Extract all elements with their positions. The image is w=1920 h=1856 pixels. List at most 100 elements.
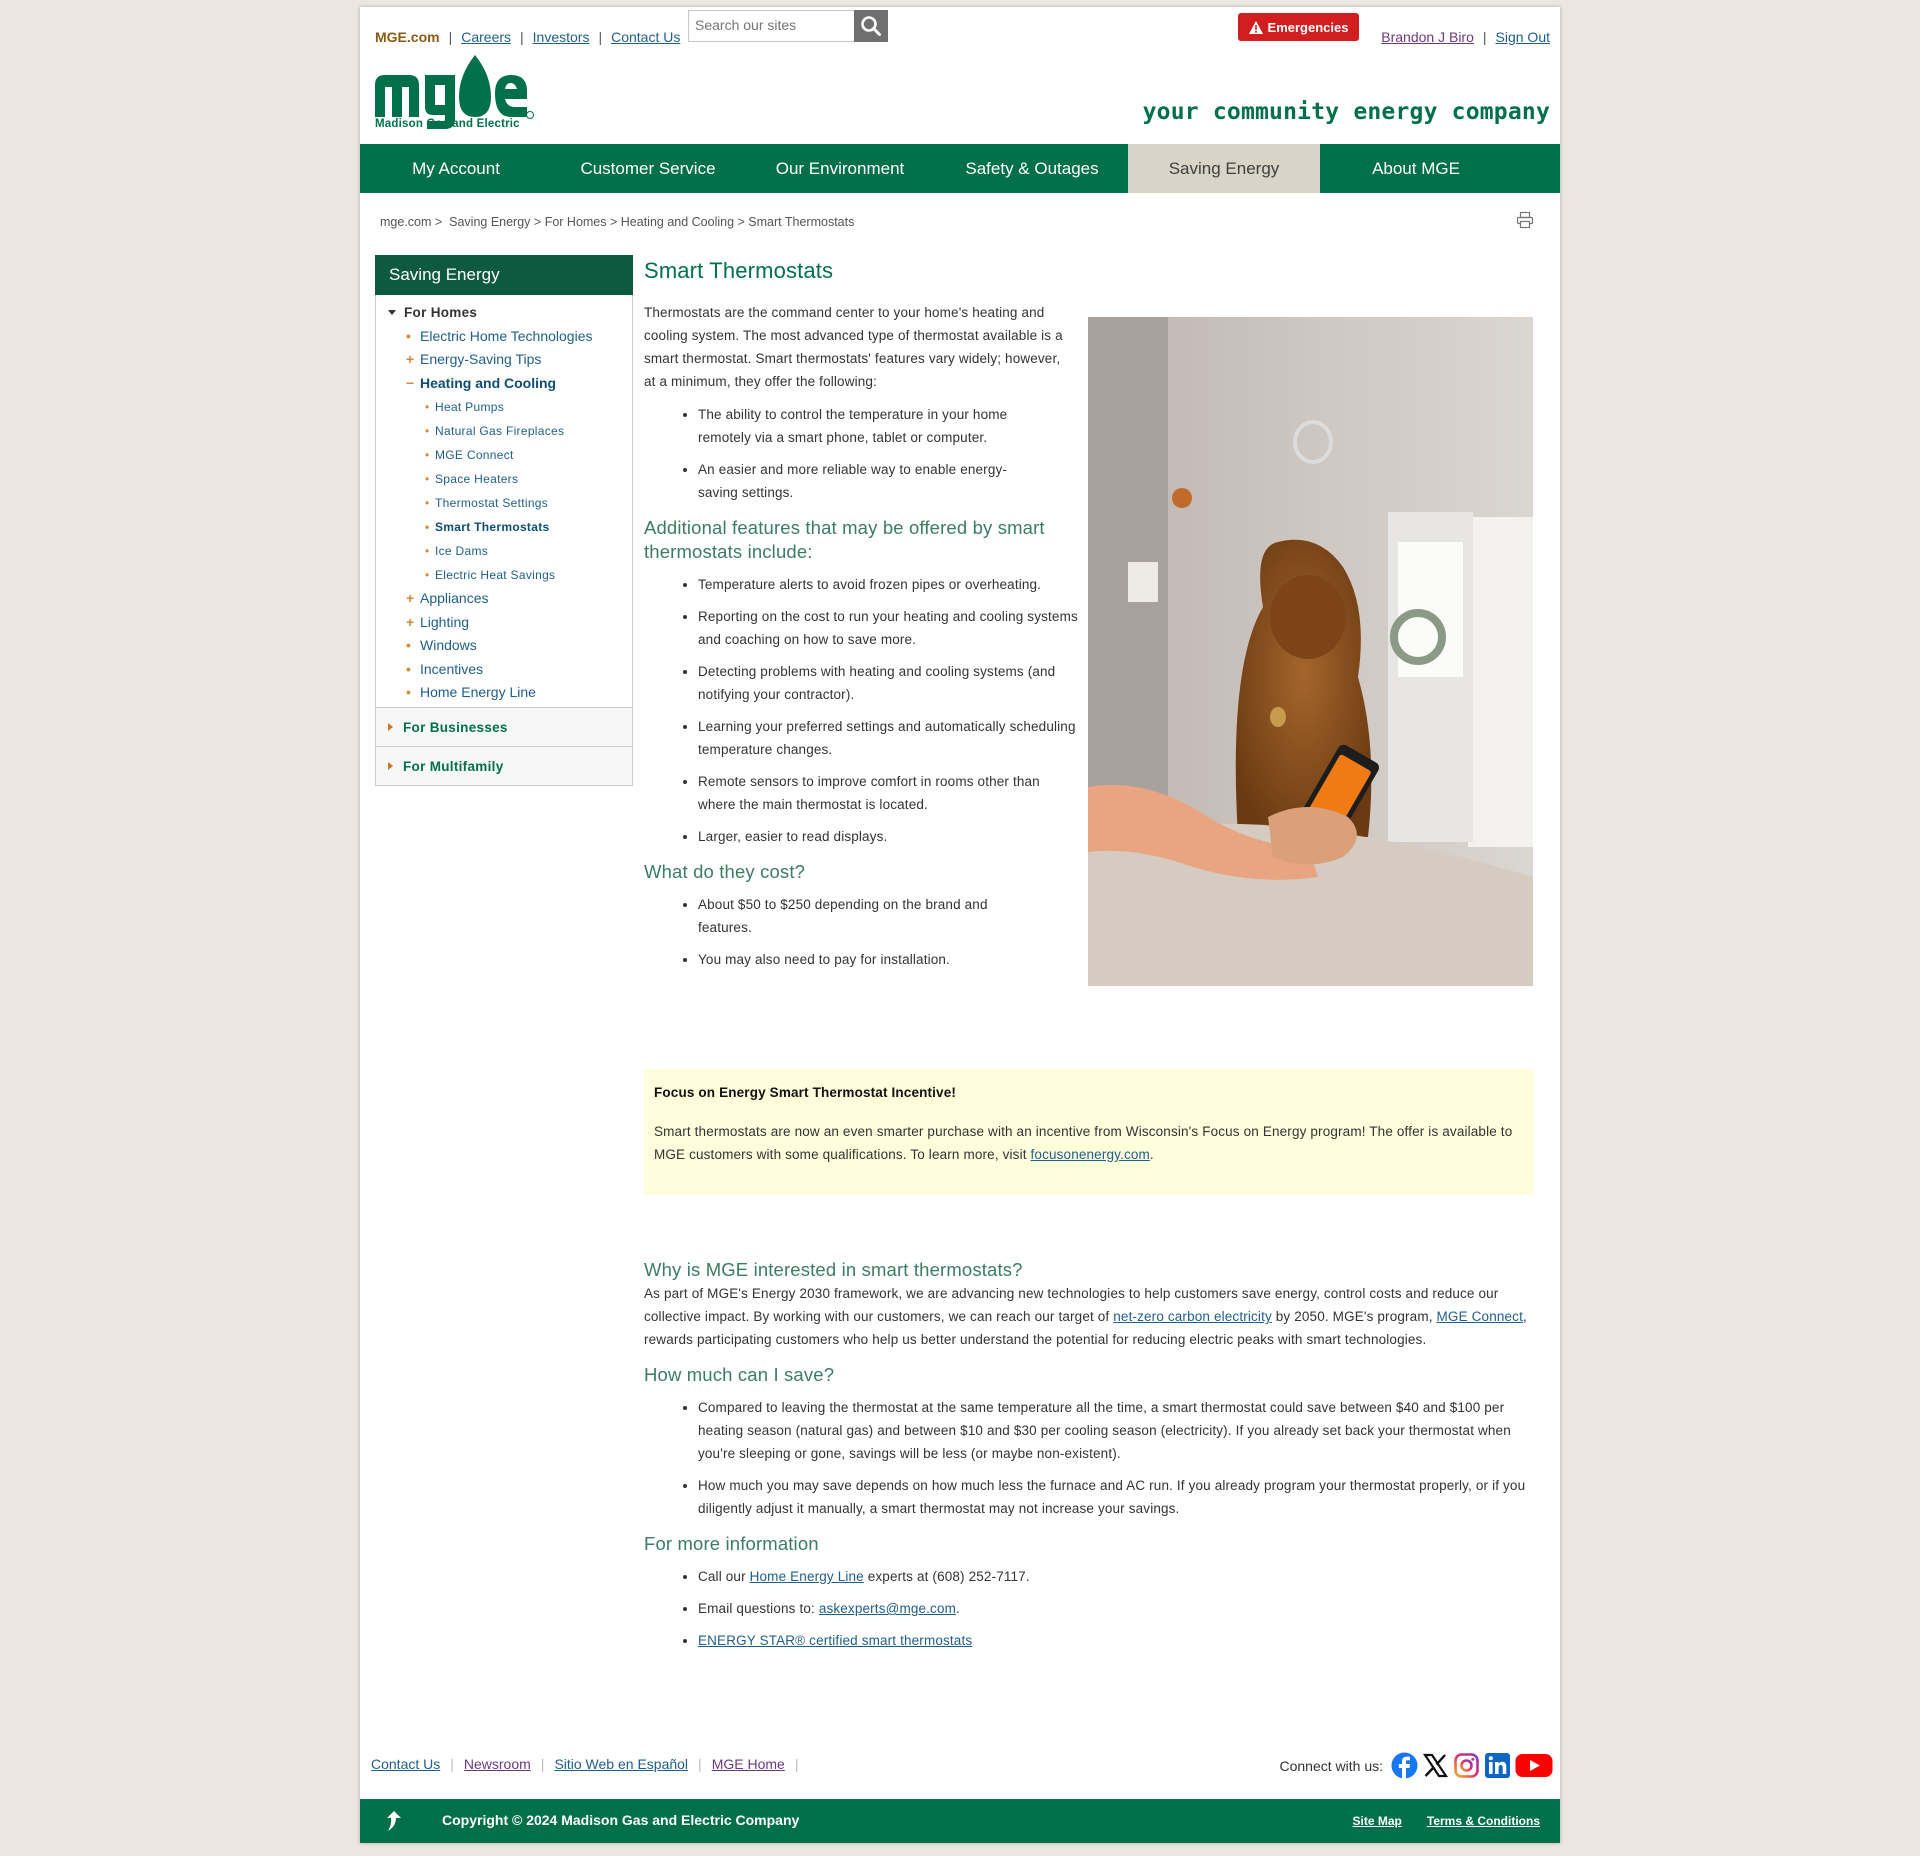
sidebar-item-lighting[interactable]: + Lighting	[376, 610, 632, 634]
sidebar-item-heating-and-cooling[interactable]: − Heating and Cooling	[376, 371, 632, 395]
sidebar-section-for-homes[interactable]: For Homes	[376, 295, 632, 324]
incentive-callout: Focus on Energy Smart Thermostat Incenti…	[644, 1069, 1534, 1195]
breadcrumb-item[interactable]: Heating and Cooling	[621, 215, 734, 229]
user-name-link[interactable]: Brandon J Biro	[1381, 29, 1474, 45]
plus-icon: +	[406, 590, 415, 607]
sidebar-section-for-multifamily[interactable]: For Multifamily	[376, 746, 632, 785]
footer-newsroom-link[interactable]: Newsroom	[464, 1756, 531, 1772]
list-item: ENERGY STAR® certified smart thermostats	[698, 1629, 1534, 1652]
nav-about-mge[interactable]: About MGE	[1320, 144, 1512, 193]
breadcrumb-item[interactable]: Saving Energy	[449, 215, 530, 229]
features-heading: Additional features that may be offered …	[644, 517, 1045, 562]
lower-content: Why is MGE interested in smart thermosta…	[644, 1258, 1534, 1661]
user-links: Brandon J Biro | Sign Out	[1381, 29, 1550, 45]
search-input[interactable]	[689, 11, 861, 39]
sidebar-subitem-ice-dams[interactable]: • Ice Dams	[376, 539, 632, 563]
home-energy-line-link[interactable]: Home Energy Line	[750, 1569, 864, 1584]
sign-out-link[interactable]: Sign Out	[1496, 29, 1550, 45]
nav-my-account[interactable]: My Account	[360, 144, 552, 193]
list-item: Learning your preferred settings and aut…	[698, 715, 1078, 761]
tagline: your community energy company	[1142, 99, 1550, 125]
list-item: Call our Home Energy Line experts at (60…	[698, 1565, 1534, 1588]
plus-icon: +	[406, 613, 415, 630]
sidebar-subitem-electric-heat-savings[interactable]: • Electric Heat Savings	[376, 563, 632, 587]
emergencies-button[interactable]: Emergencies	[1238, 13, 1359, 41]
callout-title: Focus on Energy Smart Thermostat Incenti…	[654, 1085, 957, 1100]
sidebar-menu: For Homes • Electric Home Technologies + E…	[375, 295, 633, 786]
print-icon[interactable]	[1516, 211, 1534, 229]
sidebar-item-appliances[interactable]: + Appliances	[376, 587, 632, 611]
bullet-icon: •	[425, 567, 430, 582]
nav-safety-outages[interactable]: Safety & Outages	[936, 144, 1128, 193]
energy-star-link[interactable]: ENERGY STAR® certified smart thermostats	[698, 1633, 972, 1648]
footer-links: Contact Us | Newsroom | Sitio Web en Esp…	[371, 1756, 799, 1772]
back-to-top-icon[interactable]	[384, 1810, 404, 1832]
site-map-link[interactable]: Site Map	[1353, 1814, 1402, 1828]
breadcrumb-item[interactable]: For Homes	[545, 215, 607, 229]
sidebar-subitem-thermostat-settings[interactable]: • Thermostat Settings	[376, 491, 632, 515]
breadcrumb-item[interactable]: mge.com	[380, 215, 431, 229]
save-heading: How much can I save?	[644, 1364, 835, 1385]
list-item: An easier and more reliable way to enabl…	[698, 458, 1028, 504]
bullet-icon: •	[425, 399, 430, 414]
net-zero-link[interactable]: net-zero carbon electricity	[1113, 1309, 1272, 1324]
page: MGE.com | Careers | Investors | Contact …	[360, 7, 1560, 1843]
email-link[interactable]: askexperts@mge.com	[819, 1601, 956, 1616]
contact-us-link[interactable]: Contact Us	[611, 29, 680, 45]
list-item: Larger, easier to read displays.	[698, 825, 1078, 848]
footer-spanish-site-link[interactable]: Sitio Web en Español	[554, 1756, 688, 1772]
sidebar-subitem-mge-connect[interactable]: • MGE Connect	[376, 443, 632, 467]
youtube-icon[interactable]	[1515, 1752, 1553, 1779]
linkedin-icon[interactable]	[1484, 1752, 1511, 1779]
minus-icon: −	[406, 374, 415, 391]
investors-link[interactable]: Investors	[533, 29, 590, 45]
sidebar-subitem-heat-pumps[interactable]: • Heat Pumps	[376, 395, 632, 419]
save-list: Compared to leaving the thermostat at th…	[644, 1396, 1528, 1520]
nav-saving-energy[interactable]: Saving Energy	[1128, 144, 1320, 193]
careers-link[interactable]: Careers	[461, 29, 511, 45]
plus-icon: +	[406, 351, 415, 368]
sidebar-section-for-businesses[interactable]: For Businesses	[376, 707, 632, 746]
mge-connect-link[interactable]: MGE Connect	[1437, 1309, 1523, 1324]
instagram-icon[interactable]	[1453, 1752, 1480, 1779]
sidebar-subitem-smart-thermostats[interactable]: • Smart Thermostats	[376, 515, 632, 539]
warning-icon	[1248, 20, 1263, 34]
sidebar-item-electric-home-technologies[interactable]: • Electric Home Technologies	[376, 324, 632, 348]
bullet-icon: •	[406, 660, 411, 677]
facebook-icon[interactable]	[1391, 1752, 1418, 1779]
why-heading: Why is MGE interested in smart thermosta…	[644, 1259, 1023, 1280]
main-content: Smart Thermostats Thermostats are the co…	[644, 255, 1534, 1648]
list-item: About $50 to $250 depending on the brand…	[698, 893, 1038, 939]
sidebar-item-home-energy-line[interactable]: • Home Energy Line	[376, 681, 632, 705]
caret-right-icon	[388, 723, 393, 731]
bullet-icon: •	[425, 543, 430, 558]
caret-down-icon	[388, 310, 396, 315]
more-info-heading: For more information	[644, 1533, 819, 1554]
mge-com-link[interactable]: MGE.com	[375, 29, 440, 45]
breadcrumb: mge.com > Saving Energy > For Homes > He…	[380, 215, 855, 229]
search-button[interactable]	[854, 10, 888, 42]
footer-mge-home-link[interactable]: MGE Home	[712, 1756, 785, 1772]
page-title: Smart Thermostats	[644, 258, 834, 283]
mge-logo[interactable]	[375, 55, 535, 145]
sidebar-title[interactable]: Saving Energy	[375, 255, 633, 295]
nav-customer-service[interactable]: Customer Service	[552, 144, 744, 193]
bullet-icon: •	[406, 327, 411, 344]
search-icon	[861, 16, 881, 36]
terms-conditions-link[interactable]: Terms & Conditions	[1427, 1814, 1540, 1828]
sidebar-subitem-natural-gas-fireplaces[interactable]: • Natural Gas Fireplaces	[376, 419, 632, 443]
bullet-icon: •	[425, 471, 430, 486]
sidebar-subitem-space-heaters[interactable]: • Space Heaters	[376, 467, 632, 491]
nav-our-environment[interactable]: Our Environment	[744, 144, 936, 193]
x-icon[interactable]	[1422, 1752, 1449, 1779]
list-item: You may also need to pay for installatio…	[698, 948, 1038, 971]
list-item: Email questions to: askexperts@mge.com.	[698, 1597, 1534, 1620]
main-nav: My Account Customer Service Our Environm…	[360, 144, 1560, 193]
sidebar-item-windows[interactable]: • Windows	[376, 634, 632, 658]
list-item: Reporting on the cost to run your heatin…	[698, 605, 1078, 651]
logo-subtitle: Madison Gas and Electric	[375, 118, 520, 130]
sidebar-item-energy-saving-tips[interactable]: + Energy-Saving Tips	[376, 348, 632, 372]
focus-on-energy-link[interactable]: focusonenergy.com	[1031, 1147, 1150, 1162]
footer-contact-us-link[interactable]: Contact Us	[371, 1756, 440, 1772]
sidebar-item-incentives[interactable]: • Incentives	[376, 657, 632, 681]
